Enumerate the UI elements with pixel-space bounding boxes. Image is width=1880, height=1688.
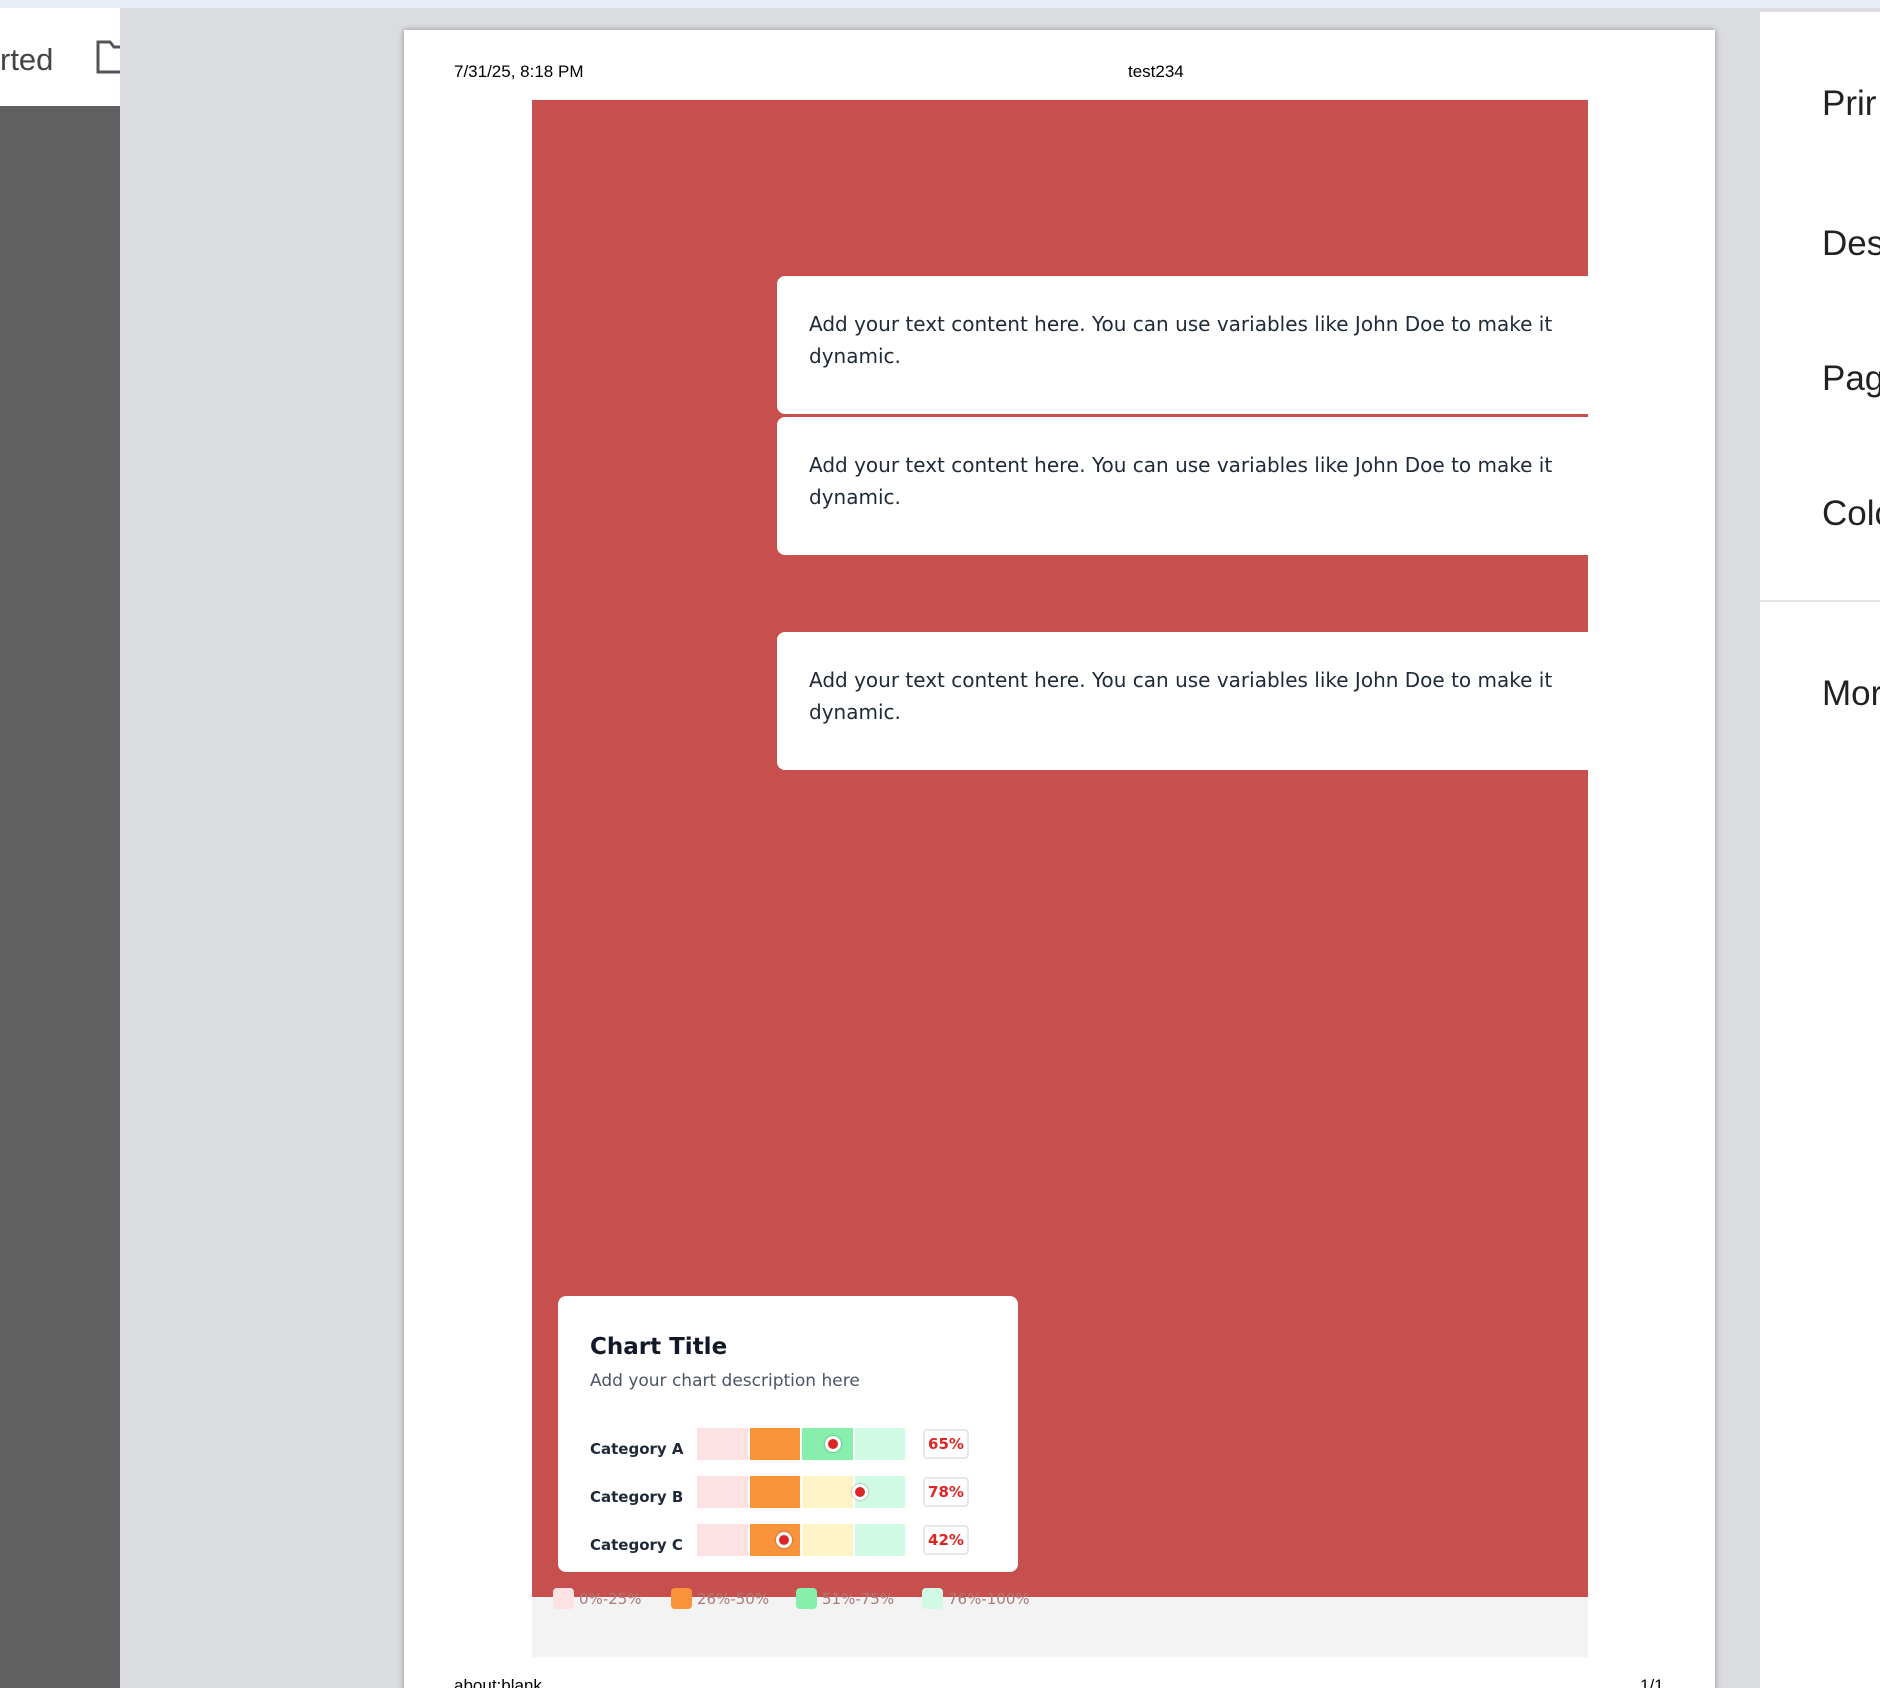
range-track — [696, 1476, 906, 1508]
more-settings-toggle[interactable]: Mor — [1822, 674, 1880, 714]
value-marker — [824, 1436, 841, 1452]
legend-label: 26%-50% — [697, 1590, 770, 1608]
value-label: 78% — [923, 1477, 969, 1507]
document-canvas: Add your text content here. You can use … — [532, 100, 1588, 1609]
range-segment — [749, 1476, 800, 1508]
legend-swatch — [671, 1588, 692, 1609]
range-track — [696, 1524, 906, 1556]
browser-top-strip — [0, 0, 1880, 8]
range-segment — [749, 1524, 800, 1556]
range-segment — [854, 1524, 905, 1556]
page-footer-url: about:blank — [454, 1676, 542, 1688]
range-segment — [697, 1428, 748, 1460]
legend-label: 76%-100% — [948, 1590, 1030, 1608]
range-track — [696, 1428, 906, 1460]
background-app-panel: rted — [0, 8, 126, 1688]
chart-row: Category C 42% — [590, 1524, 1010, 1572]
page-footer-page-number: 1/1 — [1640, 1676, 1664, 1688]
color-label: Colc — [1822, 494, 1880, 533]
range-segment — [854, 1428, 905, 1460]
range-segment — [749, 1428, 800, 1460]
background-app-header: rted — [0, 8, 126, 106]
legend-label: 0%-25% — [579, 1590, 642, 1608]
text-block: Add your text content here. You can use … — [777, 417, 1588, 555]
background-app-title: rted — [0, 42, 54, 77]
chart-plot: Category A 65% Category B 78% Category C 42% — [590, 1428, 1010, 1572]
legend-swatch — [796, 1588, 817, 1609]
print-preview-area[interactable]: 7/31/25, 8:18 PM test234 Add your text c… — [120, 12, 1760, 1688]
chart-row: Category A 65% — [590, 1428, 1010, 1476]
settings-divider — [1760, 600, 1880, 602]
chart-title: Chart Title — [590, 1334, 728, 1360]
range-segment — [802, 1476, 853, 1508]
category-label: Category C — [590, 1536, 683, 1554]
chart-card: Chart Title Add your chart description h… — [558, 1296, 1018, 1572]
value-label: 65% — [923, 1429, 969, 1459]
print-settings-panel: Prir Dest Page Colc Mor — [1760, 12, 1880, 1688]
range-segment — [802, 1524, 853, 1556]
range-segment — [697, 1476, 748, 1508]
destination-label: Dest — [1822, 224, 1880, 263]
print-preview-page: 7/31/25, 8:18 PM test234 Add your text c… — [404, 30, 1715, 1688]
chart-description: Add your chart description here — [590, 1371, 860, 1391]
text-block: Add your text content here. You can use … — [777, 632, 1588, 770]
legend-swatch — [922, 1588, 943, 1609]
page-header-title: test234 — [1128, 62, 1184, 81]
category-label: Category A — [590, 1440, 684, 1458]
legend-swatch — [553, 1588, 574, 1609]
settings-heading: Prir — [1822, 84, 1877, 123]
pages-label: Page — [1822, 359, 1880, 398]
legend-label: 51%-75% — [822, 1590, 895, 1608]
value-marker — [851, 1484, 868, 1500]
category-label: Category B — [590, 1488, 684, 1506]
chart-row: Category B 78% — [590, 1476, 1010, 1524]
range-segment — [697, 1524, 748, 1556]
value-label: 42% — [923, 1525, 969, 1555]
text-block: Add your text content here. You can use … — [777, 276, 1588, 414]
page-header-date: 7/31/25, 8:18 PM — [454, 62, 584, 81]
